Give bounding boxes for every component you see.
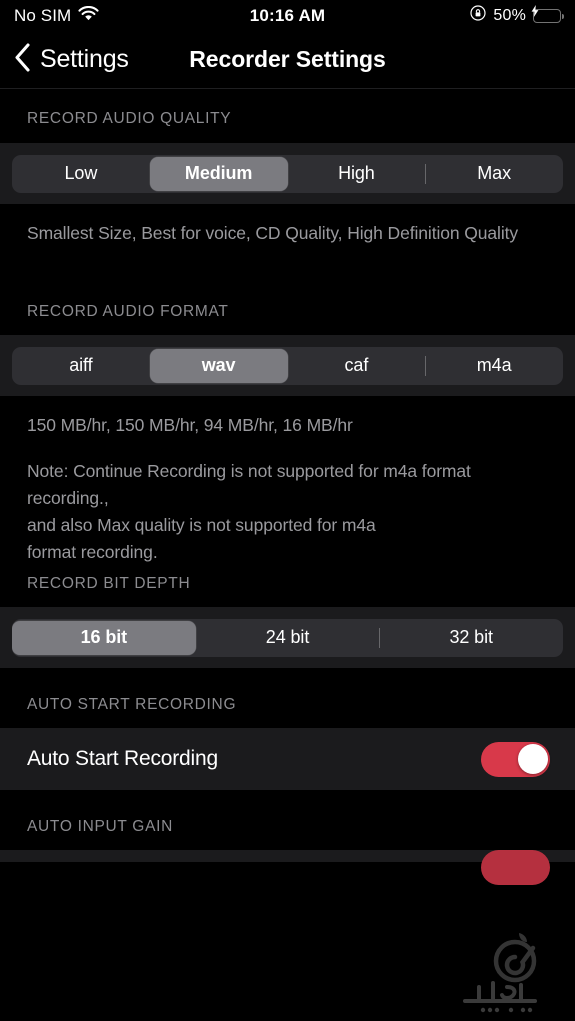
- section-header-record-audio-quality: RECORD AUDIO QUALITY: [0, 89, 575, 143]
- wifi-icon: [78, 5, 99, 26]
- description-format-bitrates: 150 MB/hr, 150 MB/hr, 94 MB/hr, 16 MB/hr: [0, 396, 575, 441]
- segmented-control-bit-depth[interactable]: 16 bit 24 bit 32 bit: [12, 618, 563, 657]
- toggle-knob: [517, 744, 548, 774]
- battery-percent-label: 50%: [493, 6, 526, 24]
- back-button-label: Settings: [40, 45, 129, 73]
- description-audio-quality: Smallest Size, Best for voice, CD Qualit…: [0, 204, 575, 287]
- chevron-left-icon: [14, 42, 31, 77]
- rotation-lock-icon: [470, 5, 486, 26]
- segment-bitdepth-32[interactable]: 32 bit: [379, 619, 563, 657]
- segment-format-caf[interactable]: caf: [288, 347, 426, 385]
- section-header-auto-start-recording: AUTO START RECORDING: [0, 668, 575, 728]
- segment-bitdepth-24[interactable]: 24 bit: [196, 619, 380, 657]
- segmented-control-audio-format[interactable]: aiff wav caf m4a: [12, 346, 563, 385]
- auto-input-gain-toggle[interactable]: [481, 850, 550, 885]
- segment-quality-low[interactable]: Low: [12, 155, 150, 193]
- segment-quality-medium[interactable]: Medium: [149, 156, 288, 191]
- segment-quality-max[interactable]: Max: [425, 155, 563, 193]
- segment-format-wav[interactable]: wav: [149, 348, 288, 383]
- status-bar-right: 50%: [470, 4, 564, 26]
- battery-charging-icon: [531, 4, 564, 23]
- status-bar-left: No SIM: [14, 6, 99, 26]
- segment-bitdepth-16[interactable]: 16 bit: [12, 620, 196, 655]
- segmented-control-audio-quality[interactable]: Low Medium High Max: [12, 154, 563, 193]
- recorder-settings-screen: No SIM 10:16 AM 50% Settings Recorder Se…: [0, 0, 575, 1021]
- status-bar: No SIM 10:16 AM 50%: [0, 0, 575, 31]
- settings-content: RECORD AUDIO QUALITY Low Medium High Max…: [0, 89, 575, 885]
- row-auto-input-gain[interactable]: [0, 850, 575, 885]
- navigation-bar: Settings Recorder Settings: [0, 31, 575, 88]
- segment-quality-high[interactable]: High: [288, 155, 426, 193]
- auto-start-recording-toggle[interactable]: [481, 741, 550, 777]
- section-header-record-bit-depth: RECORD BIT DEPTH: [0, 559, 575, 607]
- sibche-watermark: [449, 929, 557, 1015]
- row-record-bit-depth: 16 bit 24 bit 32 bit: [0, 607, 575, 668]
- section-header-auto-input-gain: AUTO INPUT GAIN: [0, 790, 575, 850]
- carrier-label: No SIM: [14, 5, 72, 25]
- clock-label: 10:16 AM: [249, 5, 326, 25]
- row-record-audio-format: aiff wav caf m4a: [0, 335, 575, 396]
- row-record-audio-quality: Low Medium High Max: [0, 143, 575, 204]
- auto-start-recording-label: Auto Start Recording: [27, 747, 218, 770]
- description-format-note: Note: Continue Recording is not supporte…: [0, 441, 575, 562]
- segment-format-m4a[interactable]: m4a: [425, 347, 563, 385]
- row-auto-start-recording[interactable]: Auto Start Recording: [0, 728, 575, 790]
- back-button[interactable]: Settings: [14, 42, 129, 77]
- segment-format-aiff[interactable]: aiff: [12, 347, 150, 385]
- section-header-record-audio-format: RECORD AUDIO FORMAT: [0, 287, 575, 335]
